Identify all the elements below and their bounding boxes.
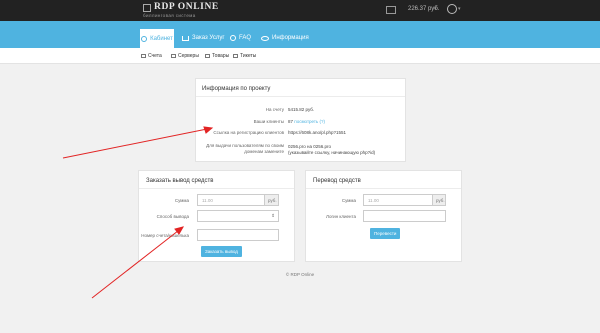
- balance-label: На счету: [265, 107, 284, 112]
- chevron-down-icon[interactable]: ▾: [434, 6, 437, 12]
- logo-icon: [143, 4, 151, 12]
- domain-note-label: Для выдачи пользователям по своим домена…: [206, 143, 284, 154]
- subnav-label: Серверы: [178, 53, 199, 59]
- domain-note-value: 0256.pro на 0256.pro: [288, 144, 332, 149]
- sum-label: Сумма: [341, 198, 356, 203]
- sum-label: Сумма: [174, 198, 189, 203]
- domain-note-hint: (указывайте ссылку, начинающую php?id): [288, 150, 376, 155]
- subnav-label: Тикеты: [240, 53, 257, 59]
- footer-copyright: © RDP Online: [285, 272, 315, 277]
- tab-order-services[interactable]: Заказ Услуг: [182, 30, 225, 46]
- ticket-icon: [233, 54, 238, 58]
- server-icon: [171, 54, 176, 58]
- account-label: Номер счета/кошелька: [141, 233, 189, 238]
- transfer-submit-button[interactable]: Перевести: [370, 228, 401, 239]
- transfer-sum-input[interactable]: 11.00: [363, 194, 433, 206]
- subnav-item-tickets[interactable]: Тикеты: [233, 53, 256, 59]
- currency-addon: руб.: [264, 194, 279, 206]
- panel-title: Перевод средств: [313, 178, 361, 184]
- currency-addon: руб.: [432, 194, 446, 206]
- subnav-label: Счета: [148, 53, 162, 59]
- tab-faq[interactable]: FAQ: [230, 30, 251, 46]
- cart-icon: [182, 35, 189, 41]
- divider: [139, 188, 294, 189]
- balance-value: 5415.82 руб.: [288, 107, 315, 112]
- sub-nav: [0, 48, 600, 64]
- box-icon: [205, 54, 210, 58]
- tab-label: FAQ: [239, 35, 252, 41]
- select-arrows-icon: ⇕: [271, 213, 275, 218]
- transfer-recipient-input[interactable]: [363, 210, 446, 222]
- withdraw-panel: Заказать вывод средств Сумма 11.00 руб. …: [138, 170, 295, 262]
- tab-label: Заказ Услуг: [192, 35, 225, 41]
- method-label: Способ вывода: [156, 214, 189, 219]
- logo-subtitle: биллинговая система: [143, 13, 196, 18]
- subnav-label: Товары: [212, 53, 230, 59]
- withdraw-account-input[interactable]: [197, 229, 279, 241]
- clients-label: Ваши клиенты: [253, 119, 284, 124]
- eye-icon: [261, 35, 269, 41]
- referral-link-value[interactable]: https://608k.ano/pl.php?1551: [288, 130, 346, 135]
- file-icon: [141, 54, 146, 58]
- top-bar: RDP ONLINE биллинговая система 226.37 ру…: [0, 0, 600, 21]
- recipient-label: Логин клиента: [325, 214, 356, 219]
- referral-link-label: Ссылка на регистрацию клиентов: [213, 130, 284, 135]
- subnav-item-goods[interactable]: Товары: [205, 53, 229, 59]
- user-icon[interactable]: [447, 4, 457, 14]
- panel-title: Информация по проекту: [202, 86, 271, 92]
- chevron-down-icon[interactable]: ▾: [458, 6, 461, 12]
- clients-view-link[interactable]: посмотреть (?): [294, 119, 325, 124]
- tab-label: Информация: [272, 35, 309, 41]
- logo-title[interactable]: RDP ONLINE: [154, 2, 219, 12]
- tab-cabinet[interactable]: Кабинет: [140, 29, 174, 48]
- panel-title: Заказать вывод средств: [146, 178, 214, 184]
- question-icon: [230, 35, 236, 41]
- subnav-item-servers[interactable]: Серверы: [171, 53, 199, 59]
- withdraw-method-select[interactable]: ⇕: [197, 210, 279, 222]
- withdraw-sum-input[interactable]: 11.00: [197, 194, 265, 206]
- subnav-item-invoices[interactable]: Счета: [141, 53, 162, 59]
- project-info-panel: Информация по проекту На счету 5415.82 р…: [195, 78, 406, 162]
- tab-info[interactable]: Информация: [261, 30, 309, 46]
- divider: [306, 188, 461, 189]
- user-icon: [141, 35, 148, 42]
- tab-label: Кабинет: [150, 35, 173, 42]
- clients-value: 87 посмотреть (?): [288, 119, 325, 124]
- transfer-panel: Перевод средств Сумма 11.00 руб. Логин к…: [305, 170, 462, 262]
- withdraw-submit-button[interactable]: Заказать вывод: [201, 246, 242, 257]
- annotation-arrow: [62, 127, 213, 159]
- wallet-icon: [386, 6, 396, 14]
- divider: [196, 96, 405, 97]
